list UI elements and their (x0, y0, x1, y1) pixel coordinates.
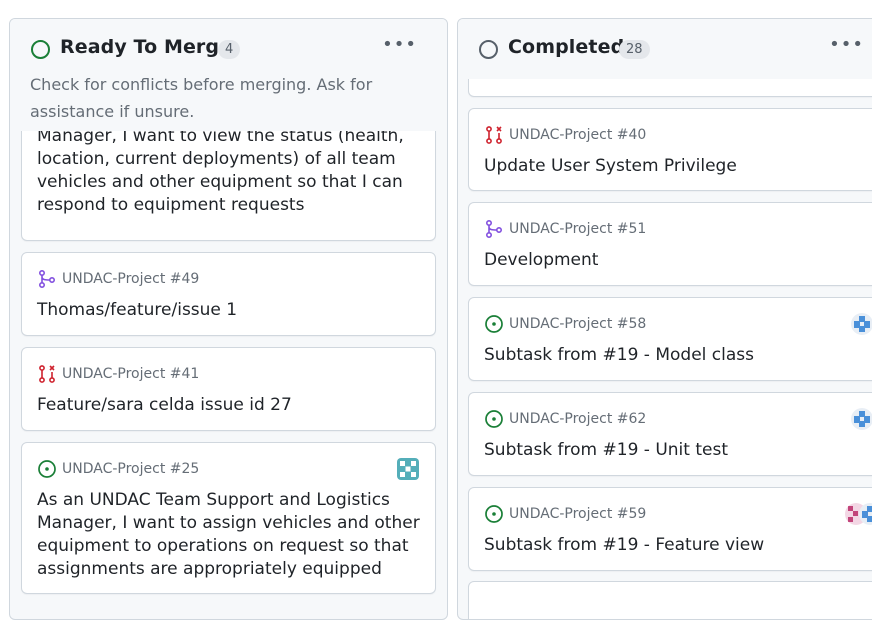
card-item[interactable]: UNDAC-Project #59 Subtask from #19 - Fea… (468, 487, 872, 571)
column-header: Ready To Merge 4 ••• Check for conflicts… (10, 19, 447, 131)
avatar[interactable] (851, 408, 872, 430)
column-count-badge: 4 (218, 40, 241, 59)
card-meta: UNDAC-Project #49 (37, 269, 199, 289)
card-title[interactable]: Subtask from #19 - Feature view (484, 534, 872, 557)
card-title[interactable]: Subtask from #19 - Model class (484, 344, 872, 367)
column-completed: UNDAC-Project #40 Update User System Pri… (457, 18, 872, 620)
card-item[interactable]: UNDAC-Project #49 Thomas/feature/issue 1 (21, 252, 436, 336)
column-description: Check for conflicts before merging. Ask … (30, 75, 373, 121)
avatar[interactable] (851, 313, 872, 335)
avatar-pattern-icon (854, 411, 870, 427)
column-header: Completed 28 ••• (458, 19, 872, 79)
card-meta: UNDAC-Project #62 (484, 409, 646, 429)
card-ref[interactable]: UNDAC-Project #51 (509, 221, 646, 237)
avatar[interactable] (397, 458, 419, 480)
status-open-icon (31, 40, 50, 59)
column-ready-to-merge: Manager, I want to view the status (heal… (9, 18, 448, 620)
issue-open-icon (485, 315, 503, 333)
issue-open-icon (485, 410, 503, 428)
card-ref[interactable]: UNDAC-Project #59 (509, 506, 646, 522)
avatar-pattern-icon (400, 461, 416, 477)
card-meta: UNDAC-Project #25 (37, 459, 199, 479)
column-count-badge: 28 (619, 40, 650, 59)
column-title: Ready To Merge (60, 36, 233, 58)
card-title[interactable]: As an UNDAC Team Support and Logistics M… (37, 489, 421, 581)
card-item[interactable]: UNDAC-Project #41 Feature/sara celda iss… (21, 347, 436, 431)
pull-request-closed-icon (39, 365, 55, 383)
card-item[interactable]: UNDAC-Project #40 Update User System Pri… (468, 108, 872, 191)
column-menu-icon[interactable]: ••• (829, 35, 864, 55)
card-item[interactable] (468, 581, 872, 619)
card-meta: UNDAC-Project #41 (37, 364, 199, 384)
card-ref[interactable]: UNDAC-Project #25 (62, 461, 199, 477)
card-title[interactable]: Thomas/feature/issue 1 (37, 299, 421, 322)
pull-request-draft-icon (38, 269, 56, 289)
issue-open-icon (485, 505, 503, 523)
card-ref[interactable]: UNDAC-Project #41 (62, 366, 199, 382)
card-meta: UNDAC-Project #51 (484, 219, 646, 239)
pull-request-closed-icon (486, 126, 502, 144)
status-closed-icon (479, 40, 498, 59)
card-item[interactable]: UNDAC-Project #51 Development (468, 202, 872, 286)
column-title: Completed (508, 36, 625, 58)
card-item[interactable]: UNDAC-Project #58 Subtask from #19 - Mod… (468, 297, 872, 381)
column-menu-icon[interactable]: ••• (382, 35, 417, 55)
card-meta: UNDAC-Project #58 (484, 314, 646, 334)
card-title[interactable]: Subtask from #19 - Unit test (484, 439, 872, 462)
card-item[interactable]: UNDAC-Project #25 As an UNDAC Team Suppo… (21, 442, 436, 594)
card-title[interactable]: Manager, I want to view the status (heal… (37, 125, 421, 217)
card-title[interactable]: Development (484, 249, 872, 272)
card-title[interactable]: Feature/sara celda issue id 27 (37, 394, 421, 417)
card-ref[interactable]: UNDAC-Project #62 (509, 411, 646, 427)
card-ref[interactable]: UNDAC-Project #49 (62, 271, 199, 287)
issue-open-icon (38, 460, 56, 478)
card-meta: UNDAC-Project #59 (484, 504, 646, 524)
card-ref[interactable]: UNDAC-Project #58 (509, 316, 646, 332)
card-ref[interactable]: UNDAC-Project #40 (509, 127, 646, 143)
pull-request-draft-icon (485, 219, 503, 239)
card-title[interactable]: Update User System Privilege (484, 155, 872, 178)
card-item[interactable]: UNDAC-Project #62 Subtask from #19 - Uni… (468, 392, 872, 476)
card-meta: UNDAC-Project #40 (484, 125, 646, 145)
avatar-pattern-icon (854, 316, 870, 332)
